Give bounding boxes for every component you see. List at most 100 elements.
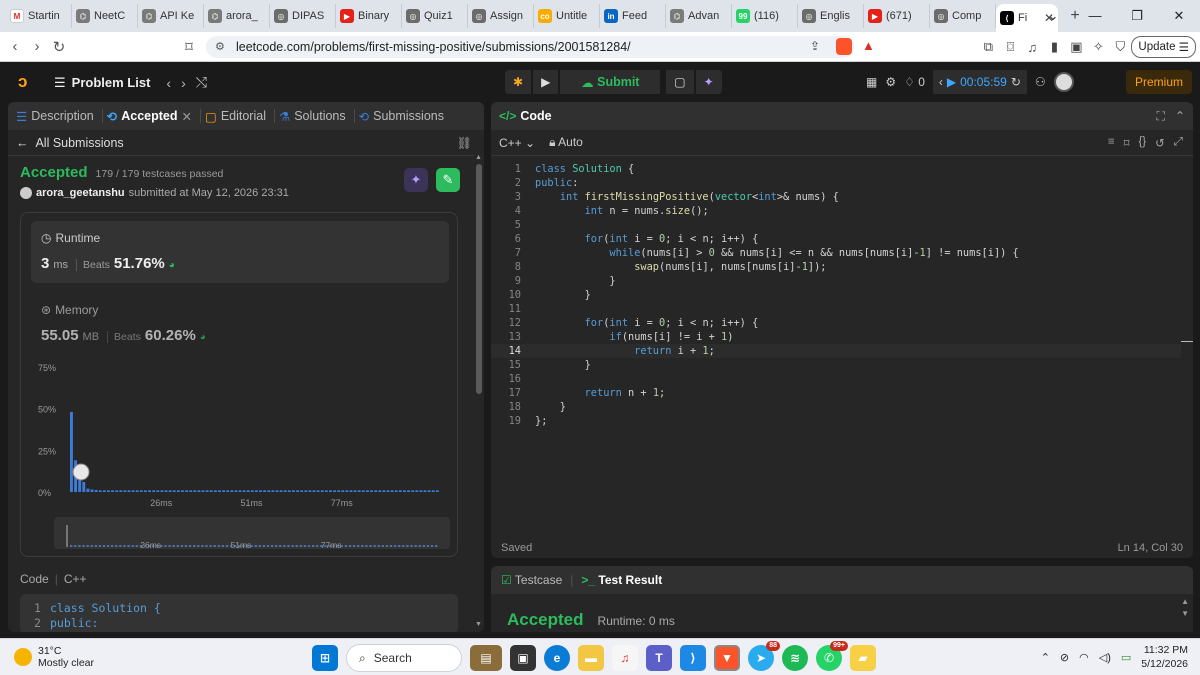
timer[interactable]: ‹ ▶ 00:05:59 ↻ [932,70,1027,94]
expand-icon[interactable]: ⤢ [1174,136,1183,150]
tab-testcase[interactable]: ☑ Testcase [501,573,562,587]
spotify-icon[interactable]: ≋ [782,645,808,671]
browser-tab[interactable]: ▶ Binary [336,4,402,28]
brave-icon[interactable]: ▼ [714,645,740,671]
timer-prev-icon[interactable]: ‹ [939,75,943,89]
site-settings-icon[interactable]: ⚙ [215,40,225,53]
volume-icon[interactable]: ◁) [1099,651,1111,664]
browser-tab[interactable]: ⌬ NeetC [72,4,138,28]
premium-button[interactable]: Premium [1126,70,1192,94]
run-button[interactable]: ▶ [533,70,559,94]
runtime-card[interactable]: ◷ Runtime 3 ms Beats 51.76% ◕ [31,221,449,283]
runtime-distribution-chart[interactable]: 0% 25% 50% 75% 26ms 51ms 77ms 26ms 51ms 77ms [8,357,484,557]
user-avatar[interactable] [1053,72,1074,92]
whatsapp-icon[interactable]: ✆ 99+ [816,641,848,671]
extensions-icon[interactable]: ⧉ [977,39,999,55]
leetcode-logo[interactable]: ↄ [18,73,34,91]
teams-icon[interactable]: T [646,645,672,671]
braces-icon[interactable]: {} [1138,136,1146,150]
close-window-button[interactable]: ✕ [1158,0,1200,32]
rewards-icon[interactable]: ▲ [862,38,875,53]
code-line[interactable]: 16 [491,372,1181,386]
forward-button[interactable]: › [26,38,48,55]
sticky-notes-icon[interactable]: ▰ [850,645,876,671]
auto-mode[interactable]: 🔒︎ Auto [549,135,583,150]
brave-shield-icon[interactable] [836,38,852,55]
chevron-down-icon[interactable]: ⌄ [1032,0,1074,32]
scroll-up-icon[interactable]: ▲ [475,154,482,161]
browser-tab[interactable]: ◎ DIPAS [270,4,336,28]
ai-assist-button[interactable]: ✦ [695,70,722,94]
back-button[interactable]: ‹ [4,38,26,55]
left-scrollbar[interactable]: ▲ ▼ [474,152,484,630]
debug-button[interactable]: ✱ [505,70,532,94]
bookmark-code-icon[interactable]: ⌑ [1124,136,1130,150]
vpn-icon[interactable]: ⛉ [1109,39,1131,55]
code-line[interactable]: 19}; [491,414,1181,428]
format-icon[interactable]: ≡ [1108,136,1115,150]
share-icon[interactable]: ⇪ [810,39,820,53]
telegram-icon[interactable]: ➤ 88 [748,641,780,671]
widgets-icon[interactable]: ▤ [470,645,502,671]
problem-list-link[interactable]: Problem List [72,75,151,90]
bookmark-icon[interactable]: ⌑ [178,38,200,56]
notifications-off-icon[interactable]: ⊘ [1060,651,1069,664]
streak-counter[interactable]: ♢ 0 [904,75,925,89]
submitter-name[interactable]: arora_geetanshu [36,187,125,199]
submit-button[interactable]: ☁ Submit [560,70,661,94]
code-line[interactable]: 7 while(nums[i] > 0 && nums[i] <= n && n… [491,246,1181,260]
code-line[interactable]: 11 [491,302,1181,316]
add-friend-icon[interactable]: ⚇ [1035,75,1046,89]
next-problem-button[interactable]: › [181,75,186,91]
browser-tab[interactable]: ◎ Englis [798,4,864,28]
wifi-icon[interactable]: ◠ [1079,651,1089,664]
share-link-icon[interactable]: ⛓ [457,136,472,150]
shuffle-icon[interactable]: ⤭ [196,74,207,91]
memory-card[interactable]: ⊛ Memory 55.05 MB Beats 60.26% ◕ [31,293,449,355]
code-line[interactable]: 8 swap(nums[i], nums[nums[i]-1]); [491,260,1181,274]
close-tab-icon[interactable]: ✕ [182,109,192,124]
language-select[interactable]: C++ ⌄ [499,136,535,150]
analyze-button[interactable]: ✦ [404,168,428,192]
browser-tab[interactable]: in Feed [600,4,666,28]
code-line[interactable]: 15 } [491,358,1181,372]
browser-tab[interactable]: ◎ Assign [468,4,534,28]
test-scrollbar[interactable]: ▲ ▼ [1181,596,1189,620]
layout-icon[interactable]: ▦ [866,75,877,89]
tab-submissions[interactable]: ⟲ Submissions [359,109,452,124]
code-line[interactable]: 5 [491,218,1181,232]
code-line[interactable]: 3 int firstMissingPositive(vector<int>& … [491,190,1181,204]
code-line[interactable]: 17 return n + 1; [491,386,1181,400]
task-view-icon[interactable]: ▣ [510,645,536,671]
browser-tab[interactable]: ◎ Comp [930,4,996,28]
browser-tab[interactable]: M Startin [6,4,72,28]
wallet-icon[interactable]: ▣ [1065,39,1087,55]
taskbar-search[interactable]: ⌕ Search [346,644,462,672]
scrollbar-thumb[interactable] [476,164,482,394]
settings-gear-icon[interactable]: ⚙ [885,75,896,89]
battery-icon[interactable]: ▭ [1121,651,1131,664]
restore-button[interactable]: ❐ [1116,0,1158,32]
weather-widget[interactable]: 31°C Mostly clear [14,645,94,669]
code-line[interactable]: 14 return i + 1; [491,344,1181,358]
code-line[interactable]: 9 } [491,274,1181,288]
collapse-icon[interactable]: ⌃ [1175,109,1185,124]
code-line[interactable]: 13 if(nums[i] != i + 1) [491,330,1181,344]
edge-icon[interactable]: e [544,645,570,671]
tab-editorial[interactable]: ▢ Editorial [205,109,275,124]
code-line[interactable]: 12 for(int i = 0; i < n; i++) { [491,316,1181,330]
all-submissions-link[interactable]: All Submissions [35,136,123,150]
scroll-down-icon[interactable]: ▼ [475,621,482,628]
code-line[interactable]: 10 } [491,288,1181,302]
update-button[interactable]: Update ☰ [1131,36,1196,58]
code-editor[interactable]: 1 class Solution {2 public: 3 int firstMiss… [491,158,1193,528]
code-line[interactable]: 1 class Solution { [491,162,1181,176]
tab-description[interactable]: ☰ Description [16,109,103,124]
maximize-icon[interactable]: ⛶ [1157,109,1165,124]
tab-accepted[interactable]: ⟲ Accepted ✕ [107,109,201,124]
code-line[interactable]: 2 public: [491,176,1181,190]
browser-tab[interactable]: co Untitle [534,4,600,28]
browser-tab[interactable]: ⌬ API Ke [138,4,204,28]
itunes-icon[interactable]: ♫ [612,645,638,671]
edit-solution-button[interactable]: ✎ [436,168,460,192]
